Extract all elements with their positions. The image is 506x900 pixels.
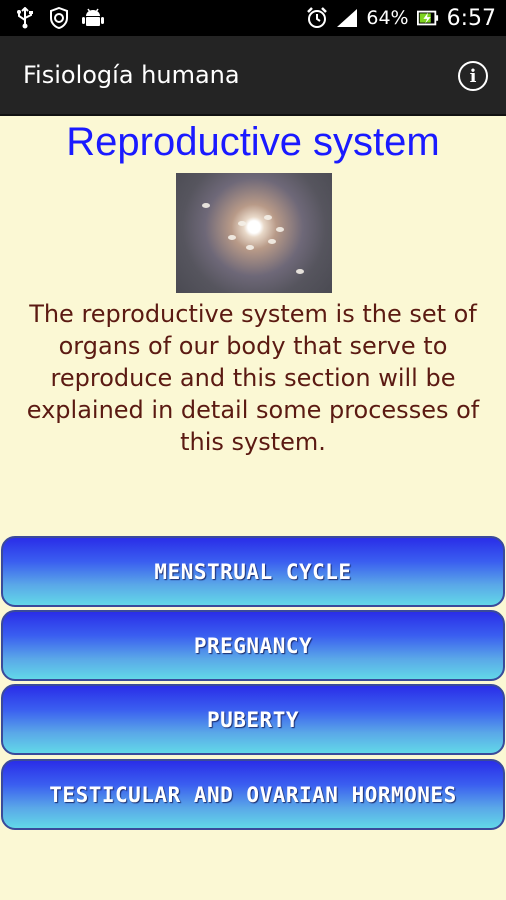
vpn-shield-icon <box>48 7 70 29</box>
menstrual-cycle-label: MENSTRUAL CYCLE <box>154 559 352 584</box>
info-glyph: i <box>469 65 477 87</box>
signal-icon <box>336 7 358 29</box>
page-title: Reproductive system <box>66 120 440 164</box>
pregnancy-label: PREGNANCY <box>193 633 313 658</box>
status-bar: 64% 6:57 <box>0 0 506 36</box>
reproductive-image <box>176 173 332 293</box>
menstrual-cycle-button[interactable]: MENSTRUAL CYCLE <box>1 536 505 607</box>
puberty-label: PUBERTY <box>206 707 299 732</box>
battery-charging-icon <box>416 7 439 29</box>
android-icon <box>82 7 104 29</box>
hormones-button[interactable]: TESTICULAR AND OVARIAN HORMONES <box>1 759 505 830</box>
hormones-label: TESTICULAR AND OVARIAN HORMONES <box>49 782 457 807</box>
app-title: Fisiología humana <box>23 61 240 89</box>
usb-icon <box>14 7 36 29</box>
description-text: The reproductive system is the set of or… <box>26 300 480 456</box>
clock-time: 6:57 <box>446 5 496 31</box>
pregnancy-button[interactable]: PREGNANCY <box>1 610 505 681</box>
battery-percent: 64% <box>366 7 409 29</box>
action-bar: Fisiología humana i <box>0 36 506 116</box>
info-icon[interactable]: i <box>458 61 488 91</box>
alarm-clock-icon <box>306 7 328 29</box>
puberty-button[interactable]: PUBERTY <box>1 684 505 755</box>
